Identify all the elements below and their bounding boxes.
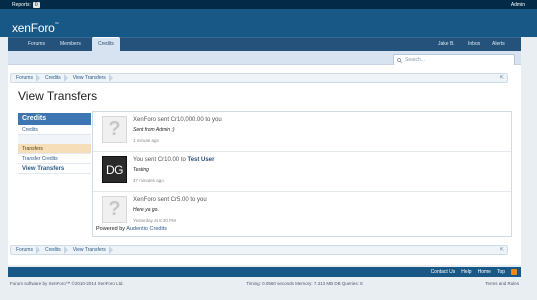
reports-count-badge: 0 [32,1,40,8]
main-nav: Forums Members Credits Jake B. Inbox Ale… [8,37,521,51]
recipient-link[interactable]: Test User [188,157,215,163]
powered-by: Powered by Audentio Credits [96,226,167,232]
legal-bar: Forum software by XenForo™ ©2010-2014 Xe… [8,281,521,286]
jump-icon[interactable]: ⇱ [500,75,504,81]
avatar[interactable]: ? [102,116,127,143]
jump-icon[interactable]: ⇱ [500,247,504,253]
transfer-time: 47 minutes ago [133,178,164,183]
transfer-message: XenForo sent Cr10,000.00 to you [133,117,222,123]
logo[interactable]: xenForo™ [12,21,59,35]
transfer-note: Sent from Admin :) [133,127,175,133]
transfer-message: XenForo sent Cr5.00 to you [133,197,207,203]
sidebar-item-transfer-credits[interactable]: Transfer Credits [18,154,91,164]
list-item: ? XenForo sent Cr10,000.00 to you Sent f… [93,112,511,152]
tab-credits[interactable]: Credits [92,37,120,51]
breadcrumb: Forums Credits View Transfers ⇱ [10,73,508,83]
breadcrumb-credits[interactable]: Credits [40,246,68,254]
footer-bar: Contact Us Help Home Top [8,267,521,277]
sidebar-item-credits[interactable]: Credits [18,125,91,135]
page-title: View Transfers [18,89,98,103]
sidebar-item-transfers[interactable]: Transfers [18,144,91,154]
avatar[interactable]: ? [102,196,127,223]
terms-link[interactable]: Terms and Rules [485,281,519,286]
breadcrumb-view-transfers[interactable]: View Transfers [68,74,113,82]
breadcrumb-credits[interactable]: Credits [40,74,68,82]
audentio-credits-link[interactable]: Audentio Credits [126,226,167,232]
rss-icon[interactable] [511,269,517,275]
site-header: xenForo™ [0,9,537,37]
nav-jake-b[interactable]: Jake B. [432,38,461,51]
avatar[interactable]: DG [102,156,127,183]
admin-bar: Reports: 0 Admin [0,0,537,9]
sidebar-item-view-transfers[interactable]: View Transfers [18,164,91,174]
sidebar: Credits Credits Transfers Transfer Credi… [18,113,91,174]
breadcrumb-view-transfers[interactable]: View Transfers [68,246,113,254]
nav-inbox[interactable]: Inbox [462,38,486,51]
transfer-list: ? XenForo sent Cr10,000.00 to you Sent f… [92,111,512,237]
footer-top[interactable]: Top [497,269,505,275]
transfer-message: You sent Cr10.00 to Test User [133,157,215,163]
breadcrumb-forums[interactable]: Forums [11,74,40,82]
footer-contact-us[interactable]: Contact Us [431,269,456,275]
footer-help[interactable]: Help [461,269,471,275]
sidebar-header: Credits [18,113,91,125]
footer-home[interactable]: Home [478,269,491,275]
search-icon [397,57,402,63]
transfer-time: 1 minute ago [133,138,160,143]
transfer-note: Here ya go. [133,207,159,213]
breadcrumb-forums[interactable]: Forums [11,246,40,254]
debug-timing: Timing: 0.0560 seconds Memory: 7.313 MB … [246,281,363,286]
nav-alerts[interactable]: Alerts [486,38,511,51]
transfer-note: Testing [133,167,149,173]
sidebar-divider [18,135,91,144]
reports-link[interactable]: Reports: 0 [12,1,40,8]
admin-link[interactable]: Admin [511,2,525,8]
software-credit[interactable]: Forum software by XenForo™ ©2010-2014 Xe… [10,281,124,286]
transfer-time: Yesterday at 8:30 PM [133,218,176,223]
tab-forums[interactable]: Forums [22,38,51,51]
list-item: DG You sent Cr10.00 to Test User Testing… [93,152,511,192]
breadcrumb-bottom: Forums Credits View Transfers ⇱ [10,245,508,255]
tab-members[interactable]: Members [54,38,87,51]
